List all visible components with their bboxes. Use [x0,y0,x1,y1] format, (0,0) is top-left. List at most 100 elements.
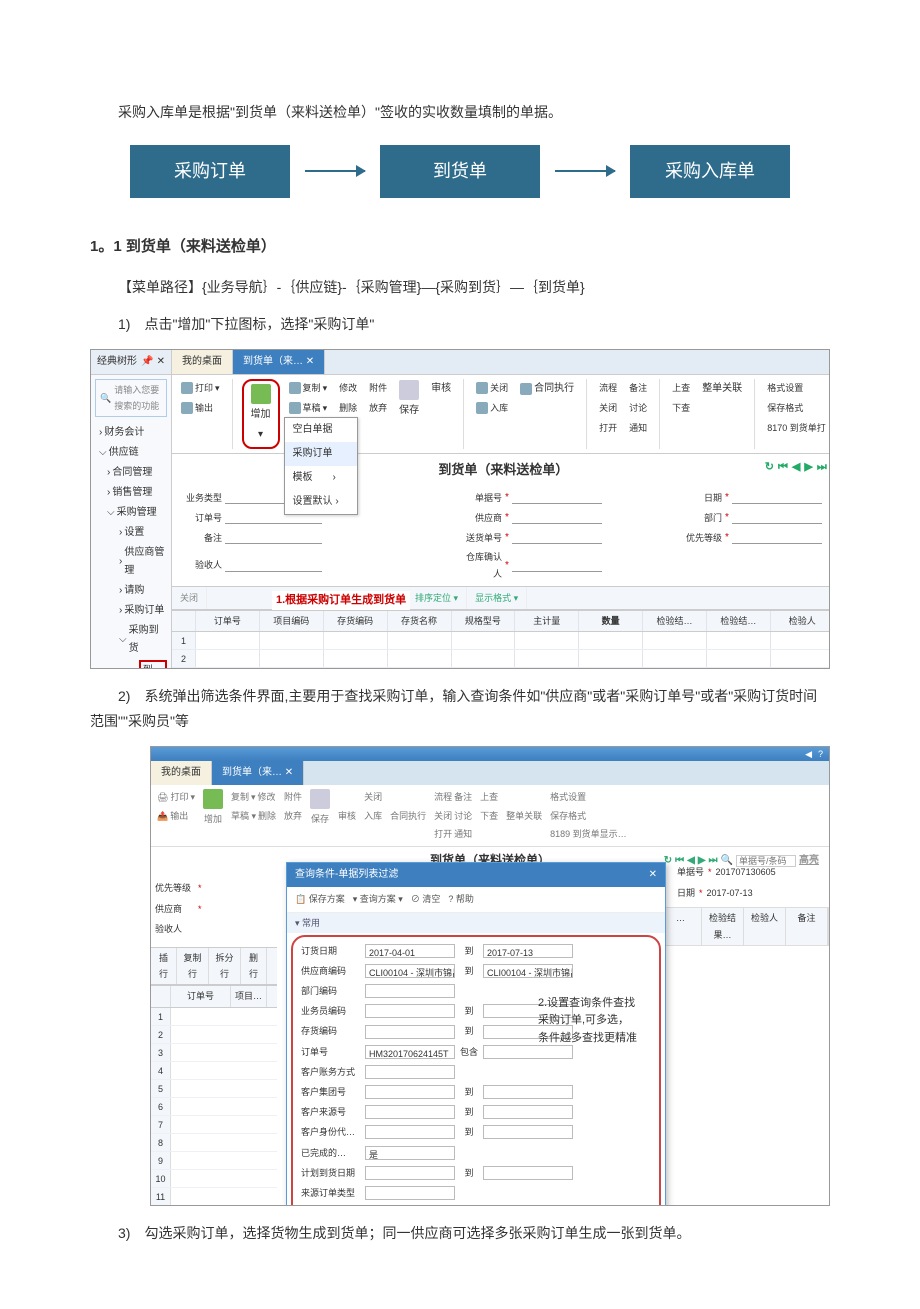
filter-date[interactable]: 订货日期2017-04-01到2017-07-13 [301,941,651,961]
filter-done[interactable]: 已完成的…是 [301,1143,651,1163]
tree-purchase[interactable]: ⌵ 采购管理 [99,503,167,523]
modal-close-icon[interactable]: ✕ [649,866,657,884]
attach-button[interactable]: 附件 [284,789,302,805]
tree-vendor[interactable]: › 供应商管理 [99,543,167,581]
table-row[interactable]: 5 [151,1080,277,1098]
close-button[interactable]: 关闭 [364,789,382,805]
field-pos[interactable]: 仓库确认人* [462,549,602,581]
delete-button[interactable]: 删除 [336,399,360,417]
tree-sales[interactable]: › 销售管理 [99,483,167,503]
table-row[interactable]: 11 [151,1188,277,1206]
tree-request[interactable]: › 请购 [99,581,167,601]
rel-button[interactable]: 关闭 [596,399,620,417]
filter-supplier[interactable]: 供应商编码CLI00104 - 深圳市锦昌…到CLI00104 - 深圳市锦昌… [301,961,651,981]
next-button[interactable]: 下查 [480,808,498,824]
tree-arrival-group[interactable]: ⌵ 采购到货 [99,621,167,659]
field-date[interactable]: 日期* [682,489,822,507]
audit-button[interactable]: 审核 [428,379,454,399]
copy-row[interactable]: 复制行 [177,948,209,984]
group-common[interactable]: ▾ 常用 [287,913,665,933]
grid-display[interactable]: 显示格式 ▾ [467,587,527,609]
first-icon[interactable]: ⏮ [778,458,788,478]
table-row[interactable]: 8 [151,1134,277,1152]
audit-button[interactable]: 审核 [338,789,356,842]
fmt-button[interactable]: 格式设置 [550,789,627,805]
flow-button[interactable]: 流程 [596,379,620,397]
filter-src[interactable]: 客户来源号到 [301,1102,651,1122]
table-row[interactable]: 3 [151,1044,277,1062]
table-row[interactable]: 2 [151,1026,277,1044]
notify-button[interactable]: 通知 [626,419,650,437]
grid-close-button[interactable]: 关闭 [172,587,207,609]
last-icon[interactable]: ⏭ [817,458,827,478]
instore-button[interactable]: 入库 [364,808,382,824]
table-row[interactable]: 1 [151,1008,277,1026]
table-row[interactable]: 9 [151,1152,277,1170]
help[interactable]: ? 帮助 [448,891,474,907]
filter-ordtype[interactable]: 来源订单类型 [301,1183,651,1203]
output-button[interactable]: 📤 输出 [157,808,195,824]
draft-button[interactable]: 草稿 ▾ 删除 [231,808,276,824]
table-row[interactable]: 2 [172,650,830,668]
table-row[interactable]: 12 [151,1206,277,1207]
table-row[interactable]: 10 [151,1170,277,1188]
output-button[interactable]: 输出 [178,399,223,417]
tree-setup[interactable]: › 设置 [99,523,167,543]
save-button[interactable]: 保存 [396,379,422,421]
dd-po[interactable]: 采购订单 [285,442,357,466]
link-button[interactable]: 整单关联 [699,379,745,399]
field-receiver[interactable]: 验收人 [155,919,277,939]
tab-desktop[interactable]: 我的桌面 [172,350,233,374]
copy-button[interactable]: 复制 ▾ 修改 [231,789,276,805]
field-priority[interactable]: 优先等级* [155,878,277,898]
tab-desktop[interactable]: 我的桌面 [151,761,212,785]
note-button[interactable]: 备注 [626,379,650,397]
exec-button[interactable]: 合同执行 [517,379,577,399]
field-supplier[interactable]: 供应商* [462,509,602,527]
del-row[interactable]: 删行 [241,948,267,984]
tree-order[interactable]: › 采购订单 [99,601,167,621]
exec-button[interactable]: 合同执行 [390,789,426,842]
discard-button[interactable]: 放弃 [284,808,302,824]
open-button[interactable]: 打开 [596,419,620,437]
instore-button[interactable]: 入库 [473,399,511,417]
table-row[interactable]: 6 [151,1098,277,1116]
link-button[interactable]: 整单关联 [506,789,542,842]
fmt-button[interactable]: 格式设置 [764,379,829,397]
ins-row[interactable]: 插行 [151,948,177,984]
filter-group[interactable]: 客户集团号到 [301,1082,651,1102]
tree-arrival[interactable]: 到货单 [99,659,167,669]
add-button[interactable]: 增加 ▾ [248,383,274,445]
field-ship[interactable]: 送货单号* [462,529,602,547]
discuss-button[interactable]: 讨论 [626,399,650,417]
print-button[interactable]: 打印 ▾ [178,379,223,397]
filter-plan[interactable]: 计划到货日期到 [301,1163,651,1183]
refresh-icon[interactable]: ↻ [765,458,774,478]
savefmt-button[interactable]: 保存格式 [764,399,829,417]
tree-contract[interactable]: › 合同管理 [99,463,167,483]
draft-button[interactable]: 草稿 ▾ [286,399,331,417]
attach-button[interactable]: 附件 [366,379,390,397]
field-supplier[interactable]: 供应商* [155,899,277,919]
edit-button[interactable]: 修改 [336,379,360,397]
savefmt-button[interactable]: 保存格式 [550,808,627,824]
copy-button[interactable]: 复制 ▾ [286,379,331,397]
save-button[interactable]: 保存 [310,789,330,842]
clear[interactable]: ⊘ 清空 [411,891,441,907]
back-icon[interactable]: ◀ [805,746,812,762]
field-dept[interactable]: 部门* [682,509,822,527]
tab-arrival[interactable]: 到货单（来… ✕ [233,350,325,374]
dd-blank[interactable]: 空白单据 [285,418,357,442]
save-plan[interactable]: 📋 保存方案 [295,891,345,907]
next-button[interactable]: 下查 [669,399,693,417]
table-row[interactable]: 7 [151,1116,277,1134]
dd-default[interactable]: 设置默认 › [285,490,357,514]
table-row[interactable]: 4 [151,1062,277,1080]
add-button[interactable]: 增加 [203,789,223,842]
filter-closed[interactable]: 客户身份代…到 [301,1122,651,1142]
prev-button[interactable]: 上查 [669,379,693,397]
table-row[interactable]: 3 [172,668,830,669]
search-input[interactable]: 🔍 请输入您要搜索的功能 [95,379,167,417]
query-plan[interactable]: ▾ 查询方案 ▾ [353,891,403,907]
prev-icon[interactable]: ◀ [792,458,800,478]
